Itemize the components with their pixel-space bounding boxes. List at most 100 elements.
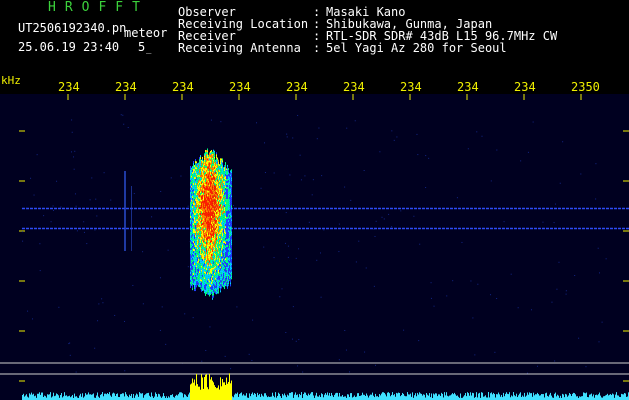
signal-bar xyxy=(35,395,36,400)
echo-pixel xyxy=(225,222,226,225)
echo-pixel xyxy=(230,250,231,253)
echo-pixel xyxy=(200,181,201,184)
echo-pixel xyxy=(230,194,231,197)
echo-pixel xyxy=(231,261,232,264)
echo-pixel xyxy=(210,188,211,191)
signal-bar xyxy=(581,396,582,400)
signal-bar-event xyxy=(230,383,231,400)
signal-bar xyxy=(42,392,43,400)
echo-pixel xyxy=(199,249,200,252)
echo-pixel xyxy=(212,189,213,192)
echo-pixel xyxy=(204,161,205,164)
echo-pixel xyxy=(216,170,217,173)
echo-pixel xyxy=(213,163,214,166)
noise-dot xyxy=(494,351,496,353)
echo-pixel xyxy=(195,221,196,224)
echo-pixel xyxy=(216,182,217,185)
echo-pixel xyxy=(213,219,214,222)
signal-bar xyxy=(577,396,578,400)
echo-pixel xyxy=(207,196,208,199)
echo-pixel xyxy=(195,161,196,164)
signal-bar xyxy=(273,395,274,400)
echo-pixel xyxy=(190,258,191,261)
echo-pixel xyxy=(208,284,209,287)
echo-pixel xyxy=(207,202,208,205)
echo-pixel xyxy=(209,202,210,205)
echo-pixel xyxy=(199,167,200,170)
echo-pixel xyxy=(200,175,201,178)
echo-pixel xyxy=(202,210,203,213)
echo-pixel xyxy=(208,182,209,185)
echo-pixel xyxy=(220,246,221,249)
echo-pixel xyxy=(229,189,230,192)
echo-pixel xyxy=(221,254,222,257)
echo-pixel xyxy=(228,264,229,267)
signal-bar xyxy=(417,392,418,400)
echo-pixel xyxy=(209,174,210,177)
echo-pixel xyxy=(224,235,225,238)
echo-pixel xyxy=(206,172,207,175)
echo-pixel xyxy=(227,272,228,275)
signal-bar xyxy=(98,396,99,400)
noise-dot xyxy=(345,349,347,351)
echo-pixel xyxy=(216,160,217,163)
echo-pixel xyxy=(229,275,230,278)
signal-bar xyxy=(473,393,474,400)
echo-pixel xyxy=(204,219,205,222)
echo-pixel xyxy=(201,261,202,264)
signal-bar xyxy=(476,392,477,400)
echo-pixel xyxy=(230,210,231,213)
echo-pixel xyxy=(211,215,212,218)
signal-bar xyxy=(140,393,141,400)
echo-pixel xyxy=(215,279,216,282)
noise-dot xyxy=(595,163,597,165)
echo-pixel xyxy=(210,152,211,155)
echo-pixel xyxy=(197,185,198,188)
noise-dot xyxy=(209,326,211,328)
echo-pixel xyxy=(194,199,195,202)
signal-bar-event xyxy=(198,386,199,400)
echo-pixel xyxy=(225,220,226,223)
echo-pixel xyxy=(201,183,202,186)
noise-dot xyxy=(160,190,162,192)
noise-dot xyxy=(308,221,310,223)
echo-pixel xyxy=(224,221,225,224)
echo-pixel xyxy=(215,249,216,252)
echo-pixel xyxy=(224,287,225,290)
echo-pixel xyxy=(229,175,230,178)
echo-pixel xyxy=(202,160,203,163)
echo-pixel xyxy=(222,260,223,263)
echo-pixel xyxy=(221,160,222,163)
echo-pixel xyxy=(205,237,206,240)
echo-pixel xyxy=(229,273,230,276)
echo-pixel xyxy=(222,162,223,165)
signal-bar xyxy=(31,392,32,400)
echo-pixel xyxy=(203,174,204,177)
echo-pixel xyxy=(203,258,204,261)
echo-pixel xyxy=(195,233,196,236)
echo-pixel xyxy=(202,262,203,265)
echo-pixel xyxy=(208,290,209,293)
signal-bar xyxy=(549,394,550,400)
echo-pixel xyxy=(206,210,207,213)
echo-pixel xyxy=(198,224,199,227)
echo-pixel xyxy=(222,242,223,245)
echo-pixel xyxy=(203,166,204,169)
echo-pixel xyxy=(206,288,207,291)
signal-bar xyxy=(178,394,179,400)
echo-pixel xyxy=(192,240,193,243)
signal-bar xyxy=(188,394,189,400)
echo-pixel xyxy=(209,162,210,165)
echo-pixel xyxy=(229,237,230,240)
echo-pixel xyxy=(229,231,230,234)
echo-pixel xyxy=(225,206,226,209)
echo-pixel xyxy=(199,247,200,250)
echo-pixel xyxy=(201,185,202,188)
echo-pixel xyxy=(206,170,207,173)
echo-pixel xyxy=(218,171,219,174)
echo-pixel xyxy=(214,276,215,279)
echo-pixel xyxy=(204,203,205,206)
signal-bar xyxy=(615,394,616,400)
signal-bar xyxy=(246,393,247,400)
echo-pixel xyxy=(211,221,212,224)
